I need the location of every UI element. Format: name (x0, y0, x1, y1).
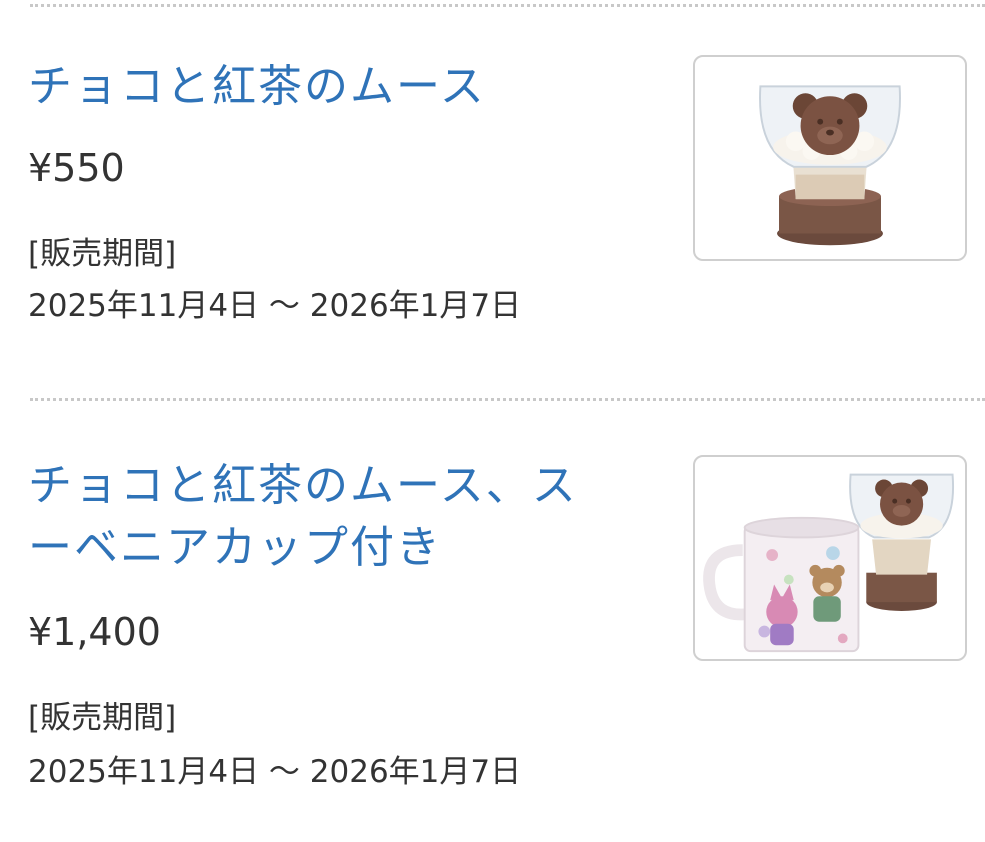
sale-period-label: [販売期間] (28, 700, 177, 736)
item-image[interactable] (693, 455, 967, 661)
mousse-with-souvenir-mug-image (703, 473, 955, 653)
item-price: ¥1,400 (28, 610, 161, 654)
item-image[interactable] (693, 55, 967, 261)
item-divider (30, 398, 985, 401)
sale-period-label: [販売期間] (28, 236, 177, 272)
item-title[interactable]: チョコと紅茶のムース (28, 56, 618, 118)
sale-period-dates: 2025年11月4日 〜 2026年1月7日 (28, 754, 522, 790)
mousse-cup-image (759, 85, 901, 246)
sale-period-dates: 2025年11月4日 〜 2026年1月7日 (28, 288, 522, 324)
item-title[interactable]: チョコと紅茶のムース、スーベニアカップ付き (28, 455, 618, 579)
item-price: ¥550 (28, 146, 125, 190)
top-divider (30, 4, 985, 7)
